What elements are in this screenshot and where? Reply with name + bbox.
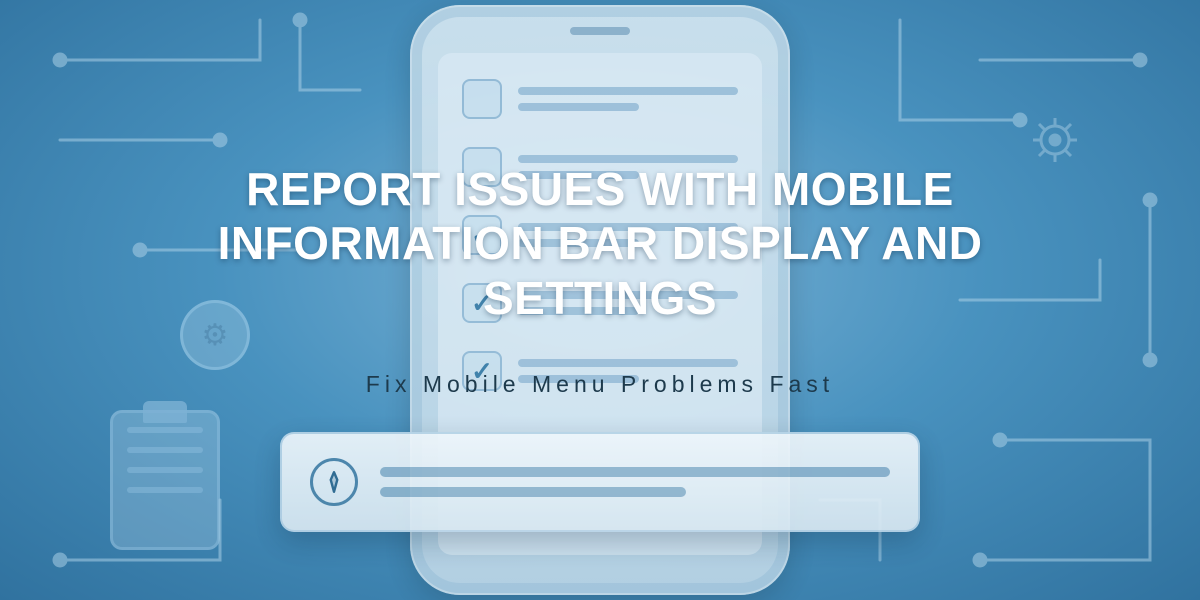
hero-subtitle: Fix Mobile Menu Problems Fast	[366, 371, 834, 398]
hero-text-overlay: REPORT ISSUES WITH MOBILE INFORMATION BA…	[0, 0, 1200, 600]
hero-title: REPORT ISSUES WITH MOBILE INFORMATION BA…	[140, 162, 1060, 325]
